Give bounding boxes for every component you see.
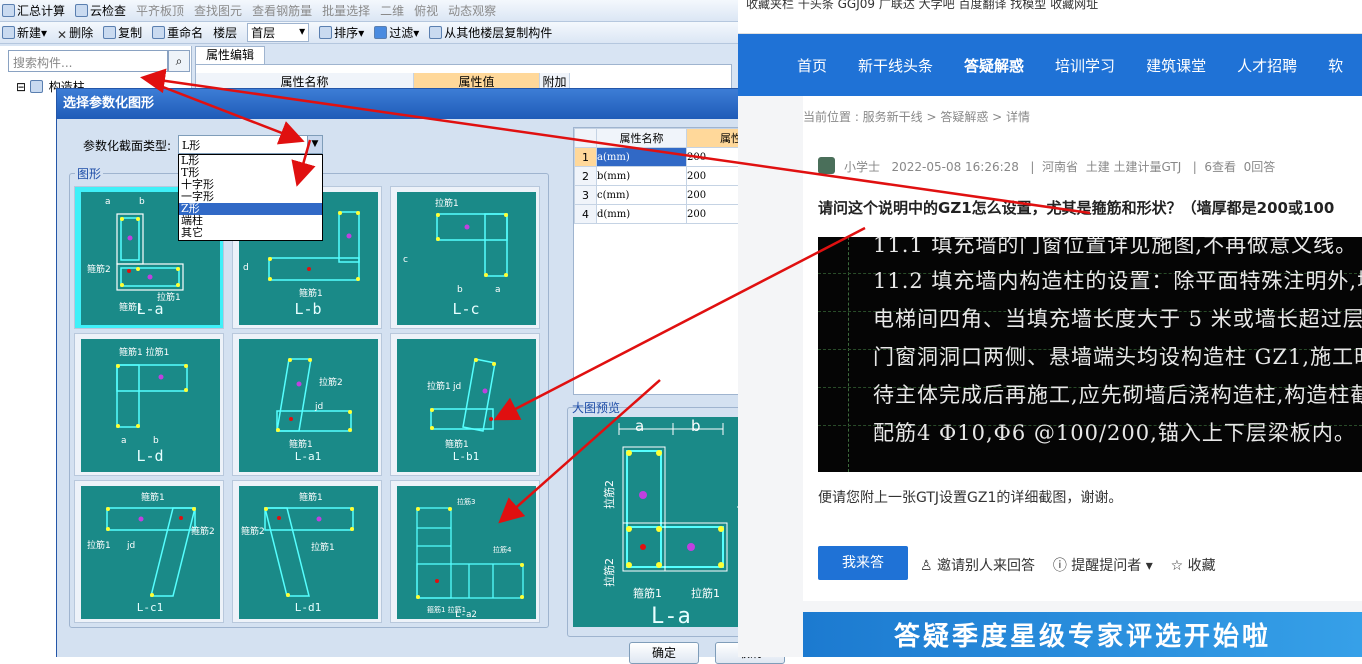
arrow-lines: [140, 68, 1091, 524]
annotation-arrows: [140, 68, 1091, 524]
